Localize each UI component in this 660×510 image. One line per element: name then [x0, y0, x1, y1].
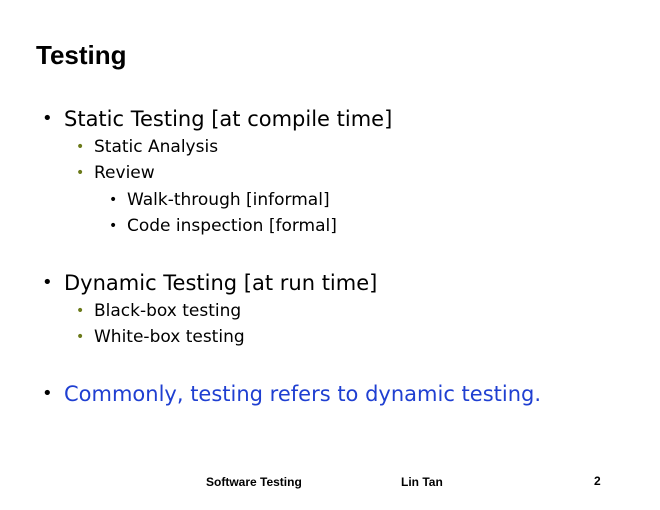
bullet-text: Commonly, testing refers to dynamic test… — [64, 382, 542, 406]
bullet-text: Static Testing [at compile time] — [64, 107, 393, 131]
bullet-marker: • — [42, 383, 53, 404]
bullet-walk-through: • Walk-through [informal] — [109, 189, 589, 211]
bullet-text: Static Analysis — [94, 137, 219, 157]
bullet-text: Review — [94, 163, 155, 183]
bullet-review: • Review — [76, 162, 576, 184]
bullet-text: Walk-through [informal] — [127, 190, 330, 210]
bullet-code-inspection: • Code inspection [formal] — [109, 215, 589, 237]
bullet-static-testing: • Static Testing [at compile time] — [42, 106, 602, 132]
footer-course: Software Testing — [206, 475, 302, 489]
bullet-black-box-testing: • Black-box testing — [76, 300, 576, 322]
bullet-marker: • — [76, 303, 85, 319]
bullet-static-analysis: • Static Analysis — [76, 136, 576, 158]
bullet-text: Code inspection [formal] — [127, 216, 337, 236]
bullet-marker: • — [109, 218, 118, 234]
bullet-text: White-box testing — [94, 327, 245, 347]
bullet-marker: • — [76, 165, 85, 181]
footer-page-number: 2 — [594, 474, 601, 488]
bullet-white-box-testing: • White-box testing — [76, 326, 576, 348]
slide-title: Testing — [36, 40, 127, 70]
bullet-dynamic-testing: • Dynamic Testing [at run time] — [42, 270, 602, 296]
bullet-commonly-dynamic: • Commonly, testing refers to dynamic te… — [42, 381, 622, 407]
bullet-text: Black-box testing — [94, 301, 242, 321]
bullet-marker: • — [42, 272, 53, 293]
bullet-marker: • — [76, 139, 85, 155]
bullet-marker: • — [76, 329, 85, 345]
footer-author: Lin Tan — [401, 475, 443, 489]
bullet-text: Dynamic Testing [at run time] — [64, 271, 378, 295]
bullet-marker: • — [109, 192, 118, 208]
bullet-marker: • — [42, 108, 53, 129]
